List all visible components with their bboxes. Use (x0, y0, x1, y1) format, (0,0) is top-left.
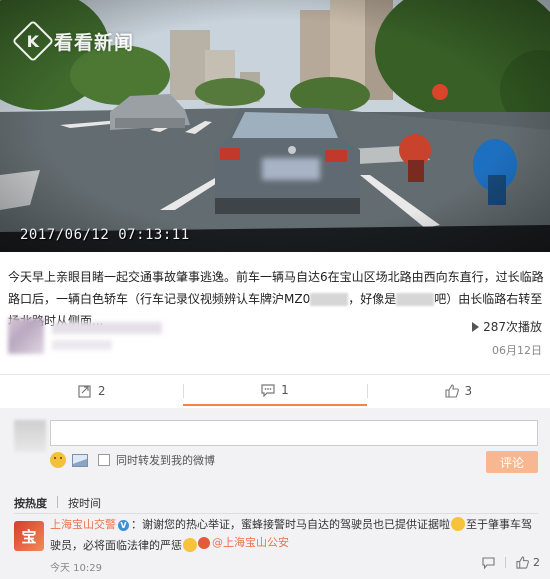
logo-mark: K (11, 19, 55, 63)
like-count: 3 (464, 384, 473, 398)
thumbs-up-icon (516, 556, 529, 569)
author-subinfo-blurred (52, 340, 112, 350)
repost-icon (78, 385, 91, 398)
sort-by-time[interactable]: 按时间 (68, 495, 101, 511)
verified-badge-icon: V (118, 520, 129, 531)
redacted-text (310, 293, 349, 306)
emoji-icon[interactable] (50, 452, 66, 468)
repost-count: 2 (97, 384, 106, 398)
mention-link[interactable]: @上海宝山公安 (198, 534, 289, 552)
play-icon (472, 321, 480, 332)
play-count-label: 287次播放 (483, 320, 542, 334)
comment-sort-tabs: 按热度 按时间 (14, 495, 101, 511)
comment-like-count: 2 (533, 556, 540, 569)
comment-count: 1 (281, 383, 289, 397)
comment-section: 同时转发到我的微博 评论 按热度 按时间 宝 上海宝山交警 V ：谢谢您的热心举证，… (0, 408, 550, 579)
commenter-name[interactable]: 上海宝山交警 (50, 518, 116, 531)
divider (14, 513, 538, 514)
comment-icon (261, 383, 275, 397)
comment-like-button[interactable]: 2 (516, 556, 540, 569)
comment-text-1: ：谢谢您的热心举证，蜜蜂接警时马自达的驾驶员也已提供证据啦 (131, 518, 450, 531)
play-count: 287次播放 (472, 318, 542, 335)
post-text-2: ，好像是 (348, 292, 397, 306)
image-upload-icon[interactable] (72, 453, 88, 467)
repost-button[interactable]: 2 (0, 376, 183, 406)
author-name-blurred[interactable] (52, 322, 162, 334)
thumbs-up-icon (444, 384, 459, 398)
sort-by-hot[interactable]: 按热度 (14, 495, 47, 511)
logo-text: 看看新闻 (54, 31, 135, 54)
sort-separator (57, 496, 58, 508)
redacted-text (396, 293, 435, 306)
submit-comment-button[interactable]: 评论 (486, 451, 538, 473)
comment-button[interactable]: 1 (183, 376, 367, 406)
smile-emoji-icon (183, 538, 197, 552)
reply-comment-icon[interactable] (482, 556, 495, 569)
sync-repost-checkbox[interactable] (98, 454, 110, 466)
author-avatar[interactable] (8, 318, 44, 354)
current-user-avatar (14, 420, 46, 452)
post-action-bar: 2 1 3 (0, 376, 550, 406)
comment-time: 今天 10:29 (50, 563, 102, 574)
comment-input[interactable] (50, 420, 538, 446)
police-badge-icon (198, 537, 210, 549)
video-timestamp: 2017/06/12 07:13:11 (20, 227, 190, 243)
blurred-license-plate (262, 158, 320, 180)
like-button[interactable]: 3 (366, 376, 550, 406)
kankan-news-logo: K 看看新闻 (11, 19, 135, 63)
comment-tools: 同时转发到我的微博 (50, 452, 215, 468)
dashcam-video[interactable]: K 看看新闻 2017/06/12 07:13:11 (0, 0, 550, 252)
divider (0, 374, 550, 375)
comment-actions: 2 (482, 556, 540, 569)
commenter-avatar[interactable]: 宝 (14, 521, 44, 551)
separator (505, 557, 506, 568)
post-date: 06月12日 (492, 344, 542, 357)
sync-repost-label[interactable]: 同时转发到我的微博 (116, 452, 215, 468)
comment-body: 上海宝山交警 V ：谢谢您的热心举证，蜜蜂接警时马自达的驾驶员也已提供证据啦 至于肇事… (50, 516, 542, 555)
smile-emoji-icon (451, 517, 465, 531)
